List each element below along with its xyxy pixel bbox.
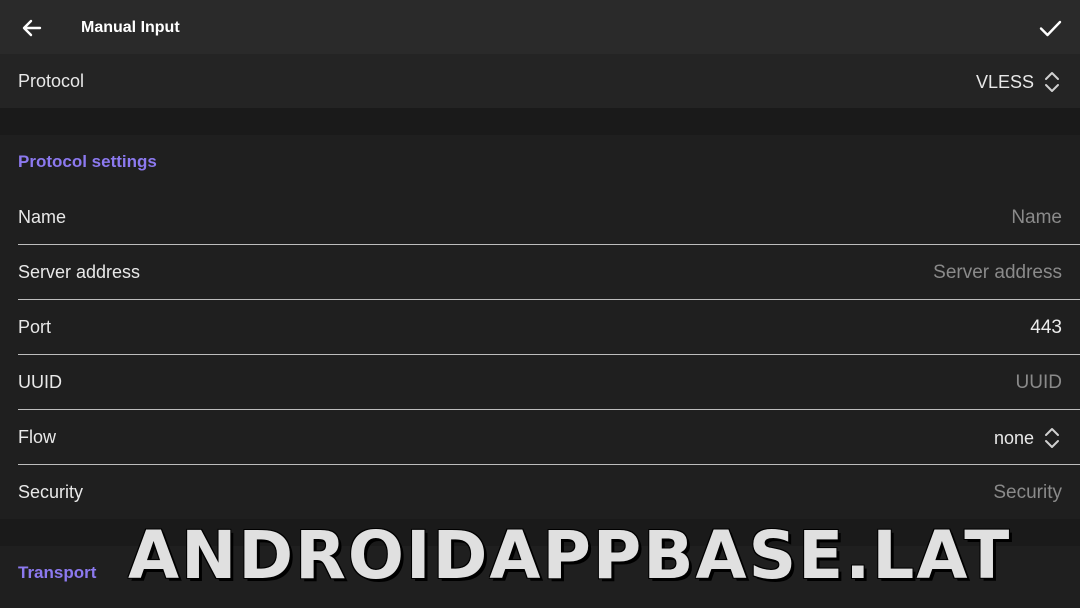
- server-address-input[interactable]: Server address: [933, 245, 1062, 300]
- chevron-up-down-icon: [1045, 72, 1059, 92]
- page-title: Manual Input: [81, 19, 180, 36]
- uuid-input[interactable]: UUID: [1016, 355, 1062, 410]
- confirm-button[interactable]: [1032, 10, 1068, 46]
- flow-selector[interactable]: Flow none: [0, 410, 1080, 465]
- flow-label: Flow: [18, 427, 57, 447]
- flow-value: none: [993, 428, 1034, 448]
- manual-input-screen: Manual Input Protocol VLESS Protocol set…: [0, 0, 1080, 608]
- section-gap: [0, 108, 1080, 135]
- server-address-label: Server address: [18, 262, 141, 282]
- port-label: Port: [18, 317, 52, 337]
- check-icon: [1039, 20, 1062, 37]
- chevron-up-down-icon: [1045, 428, 1059, 448]
- top-app-bar: Manual Input: [0, 0, 1080, 54]
- section-header-protocol-settings: Protocol settings: [18, 152, 157, 171]
- uuid-field[interactable]: UUID UUID: [0, 355, 1080, 410]
- name-label: Name: [18, 207, 67, 227]
- security-field[interactable]: Security Security: [0, 465, 1080, 520]
- port-input[interactable]: 443: [1030, 300, 1062, 355]
- protocol-value: VLESS: [975, 72, 1034, 92]
- name-field[interactable]: Name Name: [0, 190, 1080, 245]
- protocol-label: Protocol: [18, 71, 85, 91]
- security-input[interactable]: Security: [993, 465, 1062, 520]
- protocol-selector[interactable]: Protocol VLESS: [0, 54, 1080, 109]
- uuid-label: UUID: [18, 372, 62, 392]
- name-input[interactable]: Name: [1011, 190, 1062, 245]
- back-button[interactable]: [14, 10, 50, 46]
- port-field[interactable]: Port 443: [0, 300, 1080, 355]
- section-header-transport: Transport: [18, 563, 97, 582]
- server-address-field[interactable]: Server address Server address: [0, 245, 1080, 300]
- security-label: Security: [18, 482, 84, 502]
- watermark-text: ANDROIDAPPBASE.LAT: [128, 517, 1012, 594]
- arrow-left-icon: [22, 19, 42, 37]
